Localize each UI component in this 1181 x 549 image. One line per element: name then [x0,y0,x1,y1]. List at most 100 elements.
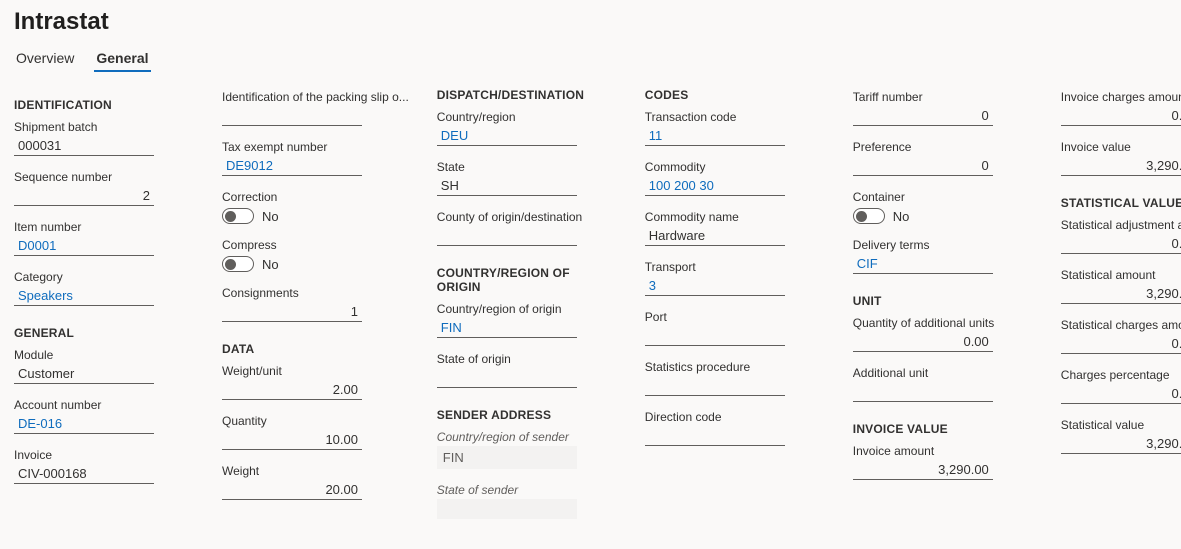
label-qty-additional-units: Quantity of additional units [853,316,1033,330]
item-number-input[interactable]: D0001 [14,236,154,256]
commodity-name-input[interactable]: Hardware [645,226,785,246]
charges-percentage-input[interactable]: 0.00 [1061,384,1181,404]
label-county-origin-dest: County of origin/destination [437,210,617,224]
label-transaction-code: Transaction code [645,110,825,124]
category-input[interactable]: Speakers [14,286,154,306]
label-delivery-terms: Delivery terms [853,238,1033,252]
label-stat-charges-amount: Statistical charges amount [1061,318,1181,332]
country-region-origin-input[interactable]: FIN [437,318,577,338]
label-commodity: Commodity [645,160,825,174]
country-region-input[interactable]: DEU [437,126,577,146]
direction-code-input[interactable] [645,426,785,446]
label-stat-adjustment-amount: Statistical adjustment amount [1061,218,1181,232]
module-input[interactable]: Customer [14,364,154,384]
invoice-input[interactable]: CIV-000168 [14,464,154,484]
label-account-number: Account number [14,398,194,412]
label-invoice-value: Invoice value [1061,140,1181,154]
section-country-origin: COUNTRY/REGION OF ORIGIN [437,266,617,294]
label-container: Container [853,190,1033,204]
label-shipment-batch: Shipment batch [14,120,194,134]
label-state-of-origin: State of origin [437,352,617,366]
statistics-procedure-input[interactable] [645,376,785,396]
label-packing-slip-id: Identification of the packing slip o... [222,90,409,104]
label-country-region-sender: Country/region of sender [437,430,617,444]
label-item-number: Item number [14,220,194,234]
label-port: Port [645,310,825,324]
weight-input[interactable]: 20.00 [222,480,362,500]
sequence-number-input[interactable]: 2 [14,186,154,206]
stat-charges-amount-input[interactable]: 0.00 [1061,334,1181,354]
stat-amount-input[interactable]: 3,290.00 [1061,284,1181,304]
section-data: DATA [222,342,409,356]
tariff-number-input[interactable]: 0 [853,106,993,126]
quantity-input[interactable]: 10.00 [222,430,362,450]
label-charges-percentage: Charges percentage [1061,368,1181,382]
stat-value-input[interactable]: 3,290.00 [1061,434,1181,454]
qty-additional-units-input[interactable]: 0.00 [853,332,993,352]
container-toggle[interactable] [853,208,885,224]
section-identification: IDENTIFICATION [14,98,194,112]
label-additional-unit: Additional unit [853,366,1033,380]
invoice-charges-amount-input[interactable]: 0.00 [1061,106,1181,126]
label-invoice-amount: Invoice amount [853,444,1033,458]
compress-toggle[interactable] [222,256,254,272]
state-of-origin-input[interactable] [437,368,577,388]
section-general: GENERAL [14,326,194,340]
tax-exempt-number-input[interactable]: DE9012 [222,156,362,176]
label-module: Module [14,348,194,362]
country-region-sender-input: FIN [437,446,577,469]
county-origin-dest-input[interactable] [437,226,577,246]
label-preference: Preference [853,140,1033,154]
state-input[interactable]: SH [437,176,577,196]
label-quantity: Quantity [222,414,409,428]
tab-overview[interactable]: Overview [14,46,76,72]
preference-input[interactable]: 0 [853,156,993,176]
label-state: State [437,160,617,174]
label-sequence-number: Sequence number [14,170,194,184]
compress-toggle-label: No [262,257,279,272]
label-country-region-origin: Country/region of origin [437,302,617,316]
container-toggle-label: No [893,209,910,224]
consignments-input[interactable]: 1 [222,302,362,322]
account-number-input[interactable]: DE-016 [14,414,154,434]
label-stat-amount: Statistical amount [1061,268,1181,282]
section-codes: CODES [645,88,825,102]
label-state-of-sender: State of sender [437,483,617,497]
label-weight: Weight [222,464,409,478]
label-direction-code: Direction code [645,410,825,424]
section-unit: UNIT [853,294,1033,308]
commodity-input[interactable]: 100 200 30 [645,176,785,196]
label-transport: Transport [645,260,825,274]
tabs: Overview General [14,46,1167,72]
delivery-terms-input[interactable]: CIF [853,254,993,274]
section-invoice-value: INVOICE VALUE [853,422,1033,436]
label-weight-unit: Weight/unit [222,364,409,378]
state-of-sender-input [437,499,577,519]
section-sender-address: SENDER ADDRESS [437,408,617,422]
label-consignments: Consignments [222,286,409,300]
label-tariff-number: Tariff number [853,90,1033,104]
label-invoice-charges-amount: Invoice charges amount [1061,90,1181,104]
label-compress: Compress [222,238,409,252]
shipment-batch-input[interactable]: 000031 [14,136,154,156]
section-statistical-value: STATISTICAL VALUE [1061,196,1181,210]
port-input[interactable] [645,326,785,346]
label-statistics-procedure: Statistics procedure [645,360,825,374]
invoice-value-input[interactable]: 3,290.00 [1061,156,1181,176]
label-country-region: Country/region [437,110,617,124]
packing-slip-id-input[interactable] [222,106,362,126]
label-commodity-name: Commodity name [645,210,825,224]
stat-adjustment-amount-input[interactable]: 0.00 [1061,234,1181,254]
transport-input[interactable]: 3 [645,276,785,296]
label-correction: Correction [222,190,409,204]
transaction-code-input[interactable]: 11 [645,126,785,146]
label-invoice: Invoice [14,448,194,462]
label-category: Category [14,270,194,284]
tab-general[interactable]: General [94,46,150,72]
correction-toggle[interactable] [222,208,254,224]
invoice-amount-input[interactable]: 3,290.00 [853,460,993,480]
weight-unit-input[interactable]: 2.00 [222,380,362,400]
section-dispatch: DISPATCH/DESTINATION [437,88,617,102]
additional-unit-input[interactable] [853,382,993,402]
label-tax-exempt-number: Tax exempt number [222,140,409,154]
